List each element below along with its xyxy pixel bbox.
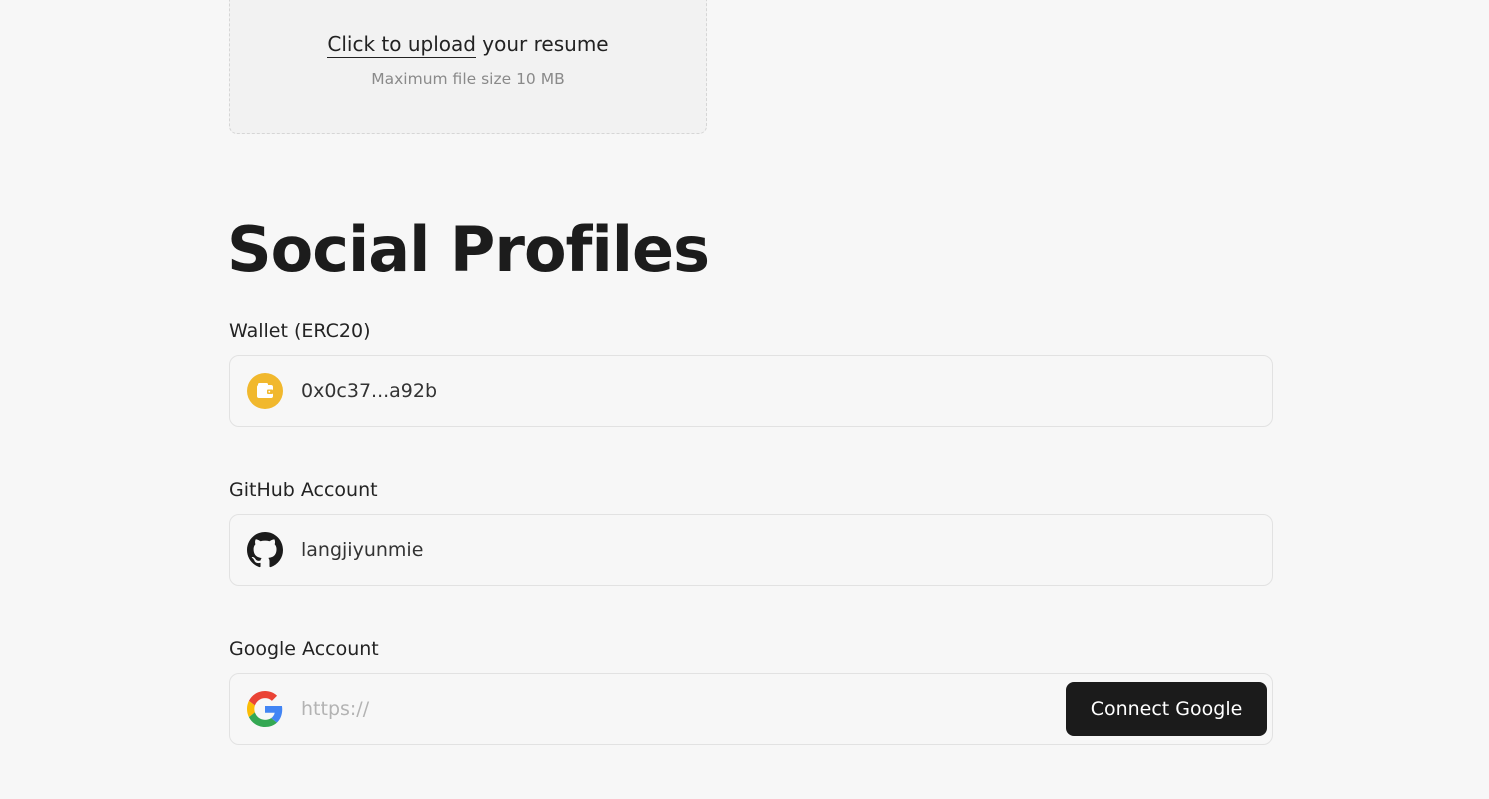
resume-upload-dropzone[interactable]: Click to upload your resume Maximum file…	[229, 0, 707, 134]
upload-link[interactable]: Click to upload	[327, 32, 476, 58]
github-label: GitHub Account	[229, 479, 378, 501]
upload-size-hint: Maximum file size 10 MB	[371, 70, 565, 88]
google-icon	[247, 691, 283, 727]
profile-page: Click to upload your resume Maximum file…	[0, 0, 1489, 799]
google-url-input[interactable]	[301, 674, 1061, 744]
upload-suffix: your resume	[475, 32, 609, 56]
upload-icon	[440, 0, 494, 5]
wallet-input[interactable]	[301, 356, 1061, 426]
wallet-icon	[247, 373, 283, 409]
connect-google-button[interactable]: Connect Google	[1066, 682, 1267, 736]
wallet-label: Wallet (ERC20)	[229, 320, 371, 342]
github-input[interactable]	[301, 515, 1061, 585]
section-title: Social Profiles	[227, 213, 710, 286]
github-field[interactable]	[229, 514, 1273, 586]
upload-instructions: Click to upload your resume	[230, 32, 706, 58]
wallet-field[interactable]	[229, 355, 1273, 427]
google-field[interactable]: Connect Google	[229, 673, 1273, 745]
github-icon	[247, 532, 283, 568]
google-label: Google Account	[229, 638, 379, 660]
